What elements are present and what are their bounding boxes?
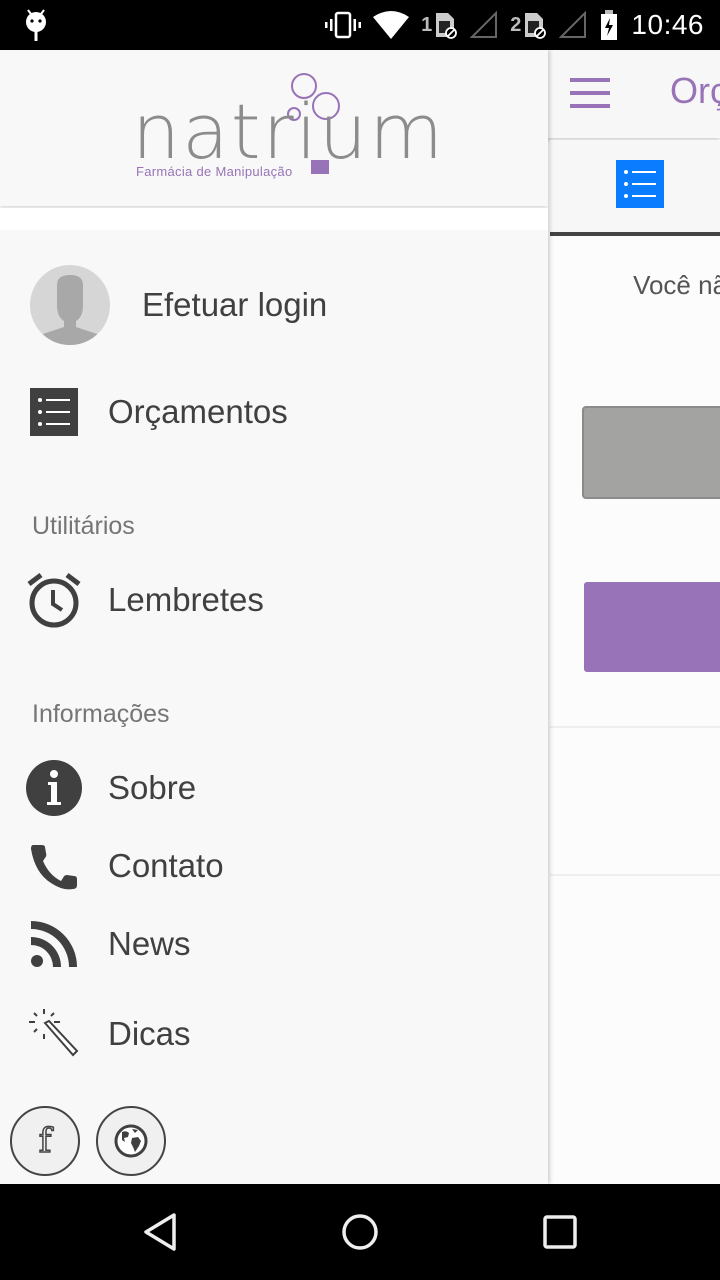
globe-icon [114, 1124, 148, 1158]
page-title: Orçamentos [670, 70, 720, 111]
drawer-item-dicas[interactable]: Dicas [0, 1004, 548, 1064]
system-nav-bar [0, 1184, 720, 1280]
test-tube-icon [311, 160, 329, 174]
rss-icon [26, 916, 82, 972]
wifi-icon [373, 11, 410, 39]
empty-message: Você não possui orçamentos cadastrados [633, 270, 720, 300]
drawer-item-sobre[interactable]: Sobre [0, 758, 548, 818]
drawer-item-orcamentos[interactable]: Orçamentos [0, 382, 548, 442]
logo-tagline: Farmácia de Manipulação [136, 164, 293, 179]
drawer-item-label: News [108, 925, 191, 962]
recents-button[interactable] [540, 1212, 580, 1252]
drawer-item-label: Sobre [108, 769, 197, 806]
sim2-status: 2 [510, 11, 547, 39]
clock: 10:46 [631, 9, 704, 40]
website-button[interactable] [96, 1106, 166, 1176]
android-debug-icon [26, 9, 46, 41]
divider [550, 874, 720, 876]
user-silhouette-icon [30, 275, 110, 345]
primary-button[interactable] [584, 582, 720, 672]
back-button[interactable] [140, 1212, 180, 1252]
home-button[interactable] [340, 1212, 380, 1252]
drawer-item-label: Orçamentos [108, 393, 288, 430]
natrium-logo: natrium Farmácia de Manipulação [132, 70, 443, 190]
divider [550, 726, 720, 728]
login-item[interactable]: Efetuar login [0, 260, 548, 350]
sim1-status: 1 [421, 11, 458, 39]
tab-list[interactable] [616, 160, 664, 208]
sim2-no-signal-icon [525, 13, 547, 39]
signal-empty-icon [470, 11, 498, 38]
section-header-info: Informações [32, 700, 170, 728]
facebook-button[interactable]: f [10, 1106, 80, 1176]
back-icon [144, 1213, 176, 1251]
phone-icon [26, 838, 82, 894]
list-icon [26, 384, 82, 440]
menu-icon[interactable] [570, 78, 610, 108]
list-icon [624, 170, 656, 198]
battery-charging-icon [601, 10, 618, 40]
magic-wand-icon [26, 1006, 82, 1062]
navigation-drawer: natrium Farmácia de Manipulação Efetuar … [0, 50, 548, 1184]
avatar [30, 265, 110, 345]
facebook-icon: f [38, 1120, 52, 1162]
login-label: Efetuar login [142, 286, 328, 323]
drawer-item-label: Dicas [108, 1015, 191, 1052]
sim1-no-signal-icon [436, 13, 458, 39]
status-bar: 1 2 10:46 [0, 0, 720, 50]
drawer-item-label: Lembretes [108, 581, 264, 618]
drawer-item-contato[interactable]: Contato [0, 836, 548, 896]
logo-wordmark: natrium [132, 87, 446, 176]
section-header-utilities: Utilitários [32, 512, 135, 540]
drawer-item-news[interactable]: News [0, 914, 548, 974]
signal-empty-icon [559, 11, 587, 38]
info-icon [26, 760, 82, 816]
secondary-button[interactable] [582, 406, 720, 499]
tab-bar [550, 140, 720, 236]
drawer-item-lembretes[interactable]: Lembretes [0, 570, 548, 630]
home-icon [342, 1214, 378, 1250]
recents-icon [543, 1215, 577, 1249]
vibrate-icon [325, 11, 362, 39]
drawer-item-label: Contato [108, 847, 224, 884]
alarm-icon [26, 572, 82, 628]
drawer-header: natrium Farmácia de Manipulação [0, 50, 548, 206]
